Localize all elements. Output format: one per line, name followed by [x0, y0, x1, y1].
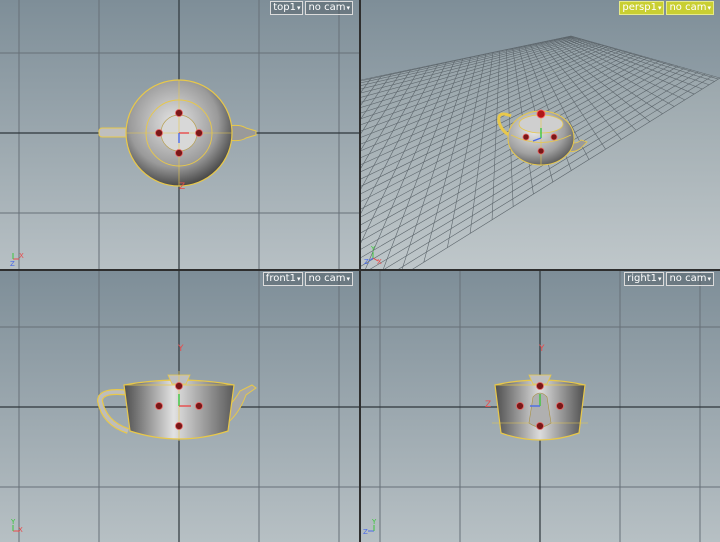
viewport-header: front1▾ no cam▾ — [262, 272, 353, 286]
handle-dot[interactable] — [550, 133, 558, 141]
gizmo-y-label: Y — [10, 518, 16, 526]
handle-dot[interactable] — [516, 402, 524, 410]
view-menu-button[interactable]: persp1▾ — [619, 1, 665, 15]
viewport-divider-horizontal[interactable] — [0, 269, 720, 271]
camera-menu-button[interactable]: no cam▾ — [666, 1, 714, 15]
viewport-front[interactable]: Y Y X front1▾ no cam▾ — [0, 271, 359, 542]
camera-menu-button[interactable]: no cam▾ — [666, 272, 714, 286]
camera-menu-button[interactable]: no cam▾ — [305, 1, 353, 15]
handle-dot[interactable] — [155, 129, 163, 137]
chevron-down-icon: ▾ — [707, 275, 711, 283]
handle-axis-label: Z — [485, 400, 491, 410]
gizmo-x-label: X — [377, 258, 382, 266]
gizmo-y-label: Y — [370, 245, 376, 253]
handle-dot[interactable] — [195, 402, 203, 410]
handle-dot[interactable] — [175, 382, 183, 390]
viewport-header: persp1▾ no cam▾ — [619, 1, 714, 15]
handle-dot[interactable] — [556, 402, 564, 410]
chevron-down-icon: ▾ — [346, 275, 350, 283]
handle-dot[interactable] — [536, 382, 544, 390]
handle-dot[interactable] — [155, 402, 163, 410]
view-menu-button[interactable]: right1▾ — [624, 272, 665, 286]
view-menu-button[interactable]: top1▾ — [270, 1, 304, 15]
viewport-header: top1▾ no cam▾ — [270, 1, 353, 15]
handle-dot[interactable] — [175, 109, 183, 117]
chevron-down-icon: ▾ — [707, 4, 711, 12]
handle-dot[interactable] — [195, 129, 203, 137]
handle-axis-label: Y — [538, 344, 545, 354]
viewport-top-scene[interactable]: Z X Z — [0, 0, 359, 269]
handle-dot[interactable] — [522, 133, 530, 141]
chevron-down-icon: ▾ — [346, 4, 350, 12]
chevron-down-icon: ▾ — [296, 275, 301, 283]
handle-dot[interactable] — [175, 422, 183, 430]
gizmo-y-label: Y — [371, 518, 377, 526]
viewport-divider-vertical[interactable] — [359, 0, 361, 542]
viewport-persp-scene[interactable]: Y X Z — [361, 0, 720, 269]
view-menu-button[interactable]: front1▾ — [262, 272, 304, 286]
handle-dot[interactable] — [536, 422, 544, 430]
chevron-down-icon: ▾ — [296, 4, 301, 12]
handle-axis-label: Y — [177, 344, 184, 354]
handle-dot[interactable] — [175, 149, 183, 157]
viewport-header: right1▾ no cam▾ — [624, 272, 714, 286]
gizmo-x-label: X — [19, 252, 24, 260]
chevron-down-icon: ▾ — [657, 4, 662, 12]
gizmo-x-label: X — [18, 526, 23, 534]
viewport-right-scene[interactable]: Y Z Y Z — [361, 271, 720, 542]
handle-axis-label: Z — [179, 182, 185, 192]
handle-dot[interactable] — [537, 147, 545, 155]
viewport-top[interactable]: Z X Z top1▾ no cam▾ — [0, 0, 359, 269]
camera-menu-button[interactable]: no cam▾ — [305, 272, 353, 286]
gizmo-z-label: Z — [363, 528, 368, 536]
handle-dot[interactable] — [536, 109, 546, 119]
gizmo-z-label: Z — [364, 258, 369, 266]
viewport-front-scene[interactable]: Y Y X — [0, 271, 359, 542]
viewport-perspective[interactable]: Y X Z persp1▾ no cam▾ — [361, 0, 720, 269]
viewport-right[interactable]: Y Z Y Z right1▾ no cam▾ — [361, 271, 720, 542]
chevron-down-icon: ▾ — [657, 275, 662, 283]
gizmo-z-label: Z — [10, 260, 15, 268]
